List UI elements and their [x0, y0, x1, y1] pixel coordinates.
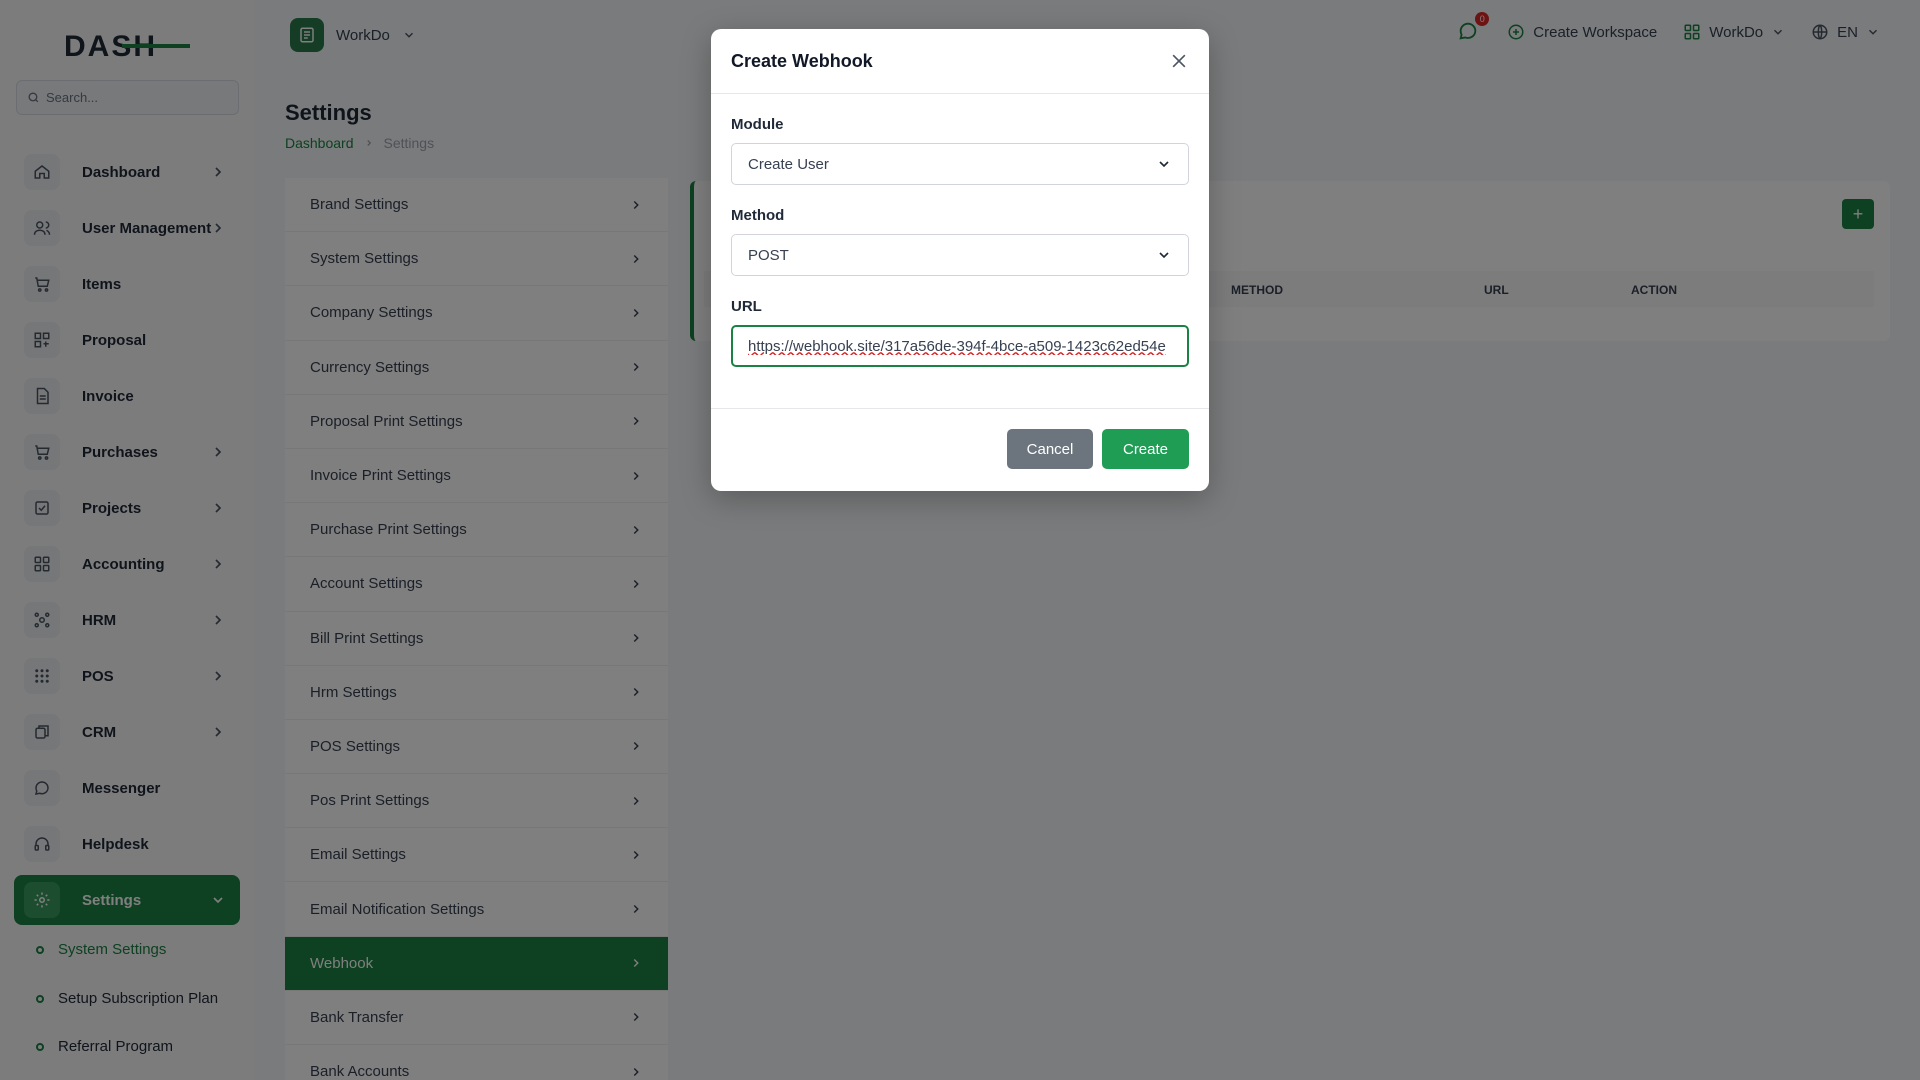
- create-webhook-modal: Create Webhook Module Create User Method…: [711, 29, 1209, 491]
- close-icon[interactable]: [1169, 51, 1189, 71]
- chevron-down-icon: [1159, 161, 1169, 168]
- url-input[interactable]: [731, 325, 1189, 367]
- method-select-value: POST: [748, 246, 789, 264]
- module-select[interactable]: Create User: [731, 143, 1189, 185]
- cancel-button[interactable]: Cancel: [1007, 429, 1093, 469]
- modal-body: Module Create User Method POST URL: [711, 94, 1209, 409]
- modal-title: Create Webhook: [731, 50, 873, 71]
- create-button[interactable]: Create: [1102, 429, 1189, 469]
- modal-footer: Cancel Create: [711, 409, 1209, 491]
- module-label: Module: [731, 116, 784, 133]
- module-select-value: Create User: [748, 155, 829, 173]
- chevron-down-icon: [1159, 252, 1169, 259]
- url-label: URL: [731, 298, 762, 315]
- modal-header: Create Webhook: [711, 29, 1209, 94]
- method-select[interactable]: POST: [731, 234, 1189, 276]
- method-label: Method: [731, 207, 785, 224]
